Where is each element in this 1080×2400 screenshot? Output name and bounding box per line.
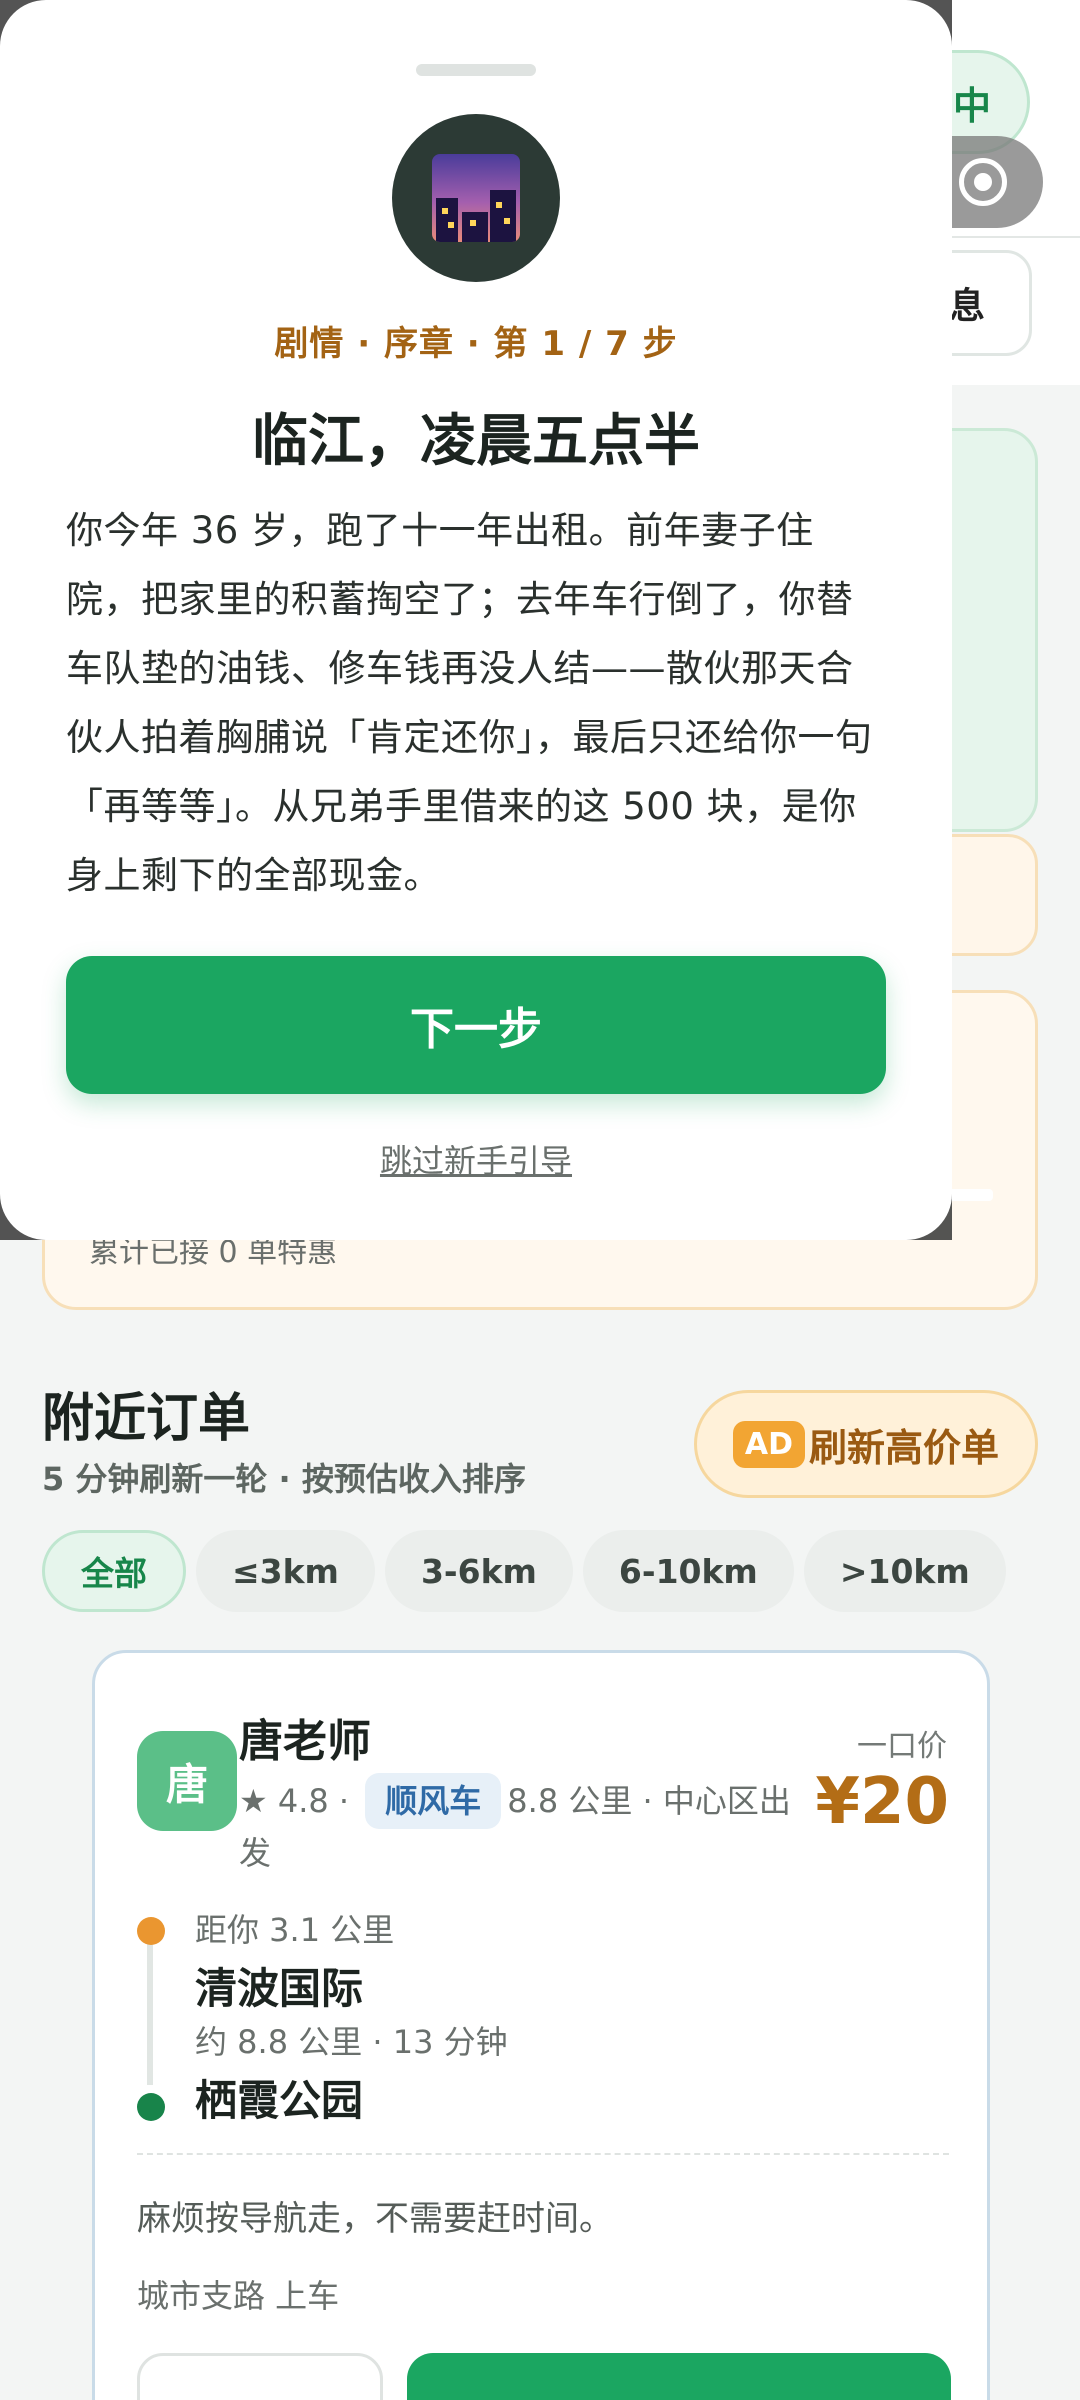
pickup-dot-icon <box>137 1917 165 1945</box>
route-line <box>147 1925 153 2085</box>
chapter-progress: 剧情 · 序章 · 第 1 / 7 步 <box>274 324 678 364</box>
dropoff-dot-icon <box>137 2093 165 2121</box>
ad-badge: AD <box>732 1420 806 1468</box>
filter-chip-0-3km[interactable]: ≤3km <box>196 1530 375 1612</box>
order-card[interactable]: 唐 唐老师 ★ 4.8 · 顺风车 8.8 公里 · 中心区出发 一口价 ¥20 … <box>92 1650 990 2400</box>
ignore-order-button[interactable] <box>137 2353 383 2400</box>
card-divider <box>137 2153 949 2155</box>
passenger-rating: ★ 4.8 <box>239 1782 329 1820</box>
ride-type-tag: 顺风车 <box>365 1773 502 1829</box>
dropoff-location: 栖霞公园 <box>195 2076 364 2125</box>
filter-chip-6-10km[interactable]: 6-10km <box>582 1530 794 1612</box>
order-price: ¥20 <box>815 1765 949 1839</box>
distance-to-pickup: 距你 3.1 公里 <box>195 1911 395 1949</box>
passenger-avatar: 唐 <box>137 1731 237 1831</box>
refresh-high-price-button[interactable]: AD 刷新高价单 <box>694 1390 1038 1498</box>
distance-filters: 全部 ≤3km 3-6km 6-10km >10km <box>42 1530 1006 1612</box>
modal-story-text: 你今年 36 岁，跑了十一年出租。前年妻子住院，把家里的积蓄掏空了；去年车行倒了… <box>66 509 873 897</box>
messages-label: 息 <box>948 286 985 327</box>
filter-chip-10km-plus[interactable]: >10km <box>803 1530 1006 1612</box>
passenger-name: 唐老师 <box>239 1716 371 1767</box>
pickup-point: 城市支路 上车 <box>137 2277 340 2315</box>
filter-chip-3-6km[interactable]: 3-6km <box>384 1530 573 1612</box>
passenger-meta: ★ 4.8 · 顺风车 8.8 公里 · 中心区出发 <box>239 1773 819 1877</box>
night-city-icon <box>392 114 560 282</box>
nearby-orders-subtitle: 5 分钟刷新一轮 · 按预估收入排序 <box>42 1460 526 1498</box>
trip-estimate: 约 8.8 公里 · 13 分钟 <box>195 2023 508 2061</box>
next-step-button[interactable]: 下一步 <box>66 956 886 1094</box>
modal-title: 临江，凌晨五点半 <box>252 409 700 474</box>
drag-handle[interactable] <box>416 64 536 76</box>
passenger-note: 麻烦按导航走，不需要赶时间。 <box>137 2199 613 2239</box>
online-status-label: 中 <box>952 83 991 128</box>
nearby-orders-title: 附近订单 <box>42 1389 251 1449</box>
refresh-high-price-label: 刷新高价单 <box>809 1425 1000 1470</box>
pickup-location: 清波国际 <box>195 1964 364 2013</box>
accept-order-button[interactable] <box>407 2353 951 2400</box>
story-modal: 剧情 · 序章 · 第 1 / 7 步 临江，凌晨五点半 你今年 36 岁，跑了… <box>0 0 952 1240</box>
skip-tutorial-link[interactable]: 跳过新手引导 <box>0 1136 952 1182</box>
filter-chip-all[interactable]: 全部 <box>42 1530 186 1612</box>
fixed-price-label: 一口价 <box>857 1729 947 1764</box>
